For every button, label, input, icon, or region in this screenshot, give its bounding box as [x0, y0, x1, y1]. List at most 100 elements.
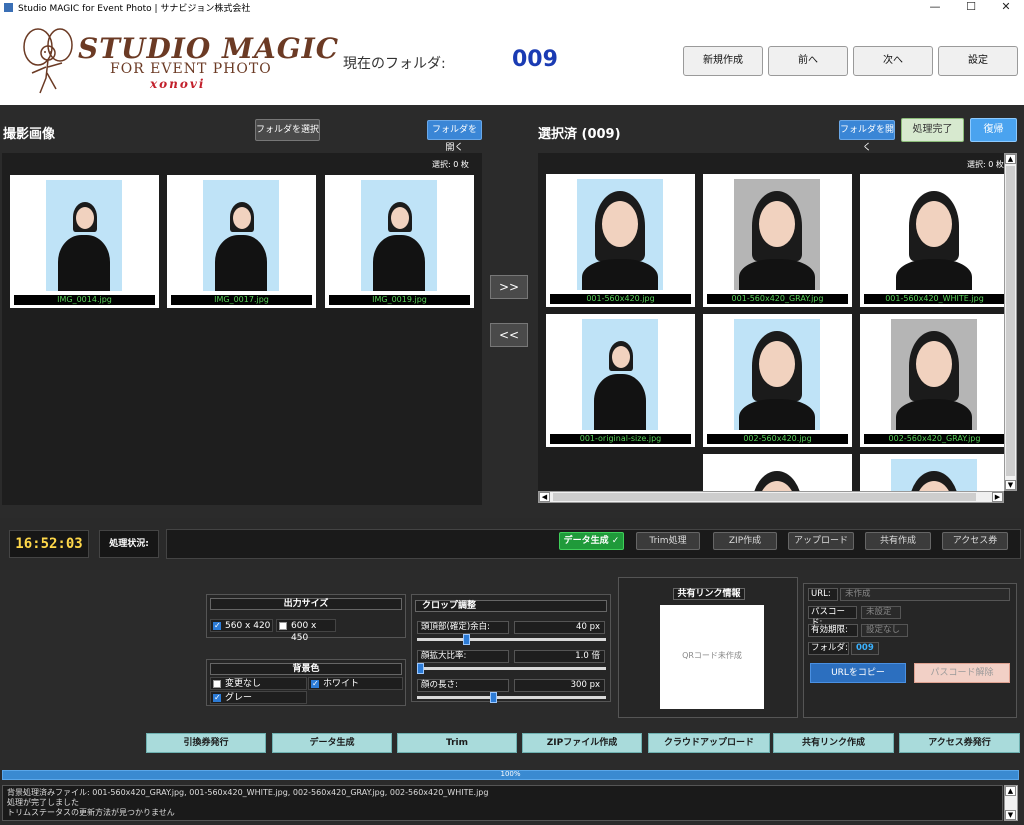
close-button[interactable]: ✕	[988, 0, 1024, 15]
bg-gray-checkbox[interactable]: グレー	[210, 691, 307, 704]
selected-image-card[interactable]: 001-original-size.jpg	[546, 314, 695, 447]
logo-brand: xonovi	[150, 77, 206, 91]
app-icon	[3, 2, 14, 13]
step-trim: Trim処理	[636, 532, 700, 550]
image-filename: IMG_0017.jpg	[171, 295, 312, 305]
image-filename: 001-560x420_WHITE.jpg	[864, 294, 1004, 304]
bg-none-checkbox[interactable]: 変更なし	[210, 677, 307, 690]
current-folder-label: 現在のフォルダ:	[343, 56, 446, 72]
selected-image-card-partial[interactable]	[703, 454, 852, 491]
issue-voucher-button[interactable]: 引換券発行	[146, 733, 266, 753]
selected-image-card[interactable]: 002-560x420.jpg	[703, 314, 852, 447]
crop-slider-thumb[interactable]	[490, 692, 497, 703]
selected-image-card-partial[interactable]	[860, 454, 1004, 491]
scroll-left-icon[interactable]: ◀	[539, 492, 550, 502]
captured-images-title: 撮影画像	[3, 127, 56, 142]
issue-access-ticket-button[interactable]: アクセス券発行	[899, 733, 1020, 753]
copy-url-button[interactable]: URLをコピー	[810, 663, 906, 683]
size-560-checkbox[interactable]: 560 x 420	[210, 619, 273, 632]
captured-image-card[interactable]: IMG_0019.jpg	[325, 175, 474, 308]
hscroll-thumb[interactable]	[553, 493, 976, 501]
expiry-value: 設定なし	[861, 624, 908, 637]
image-filename: 002-560x420_GRAY.jpg	[864, 434, 1004, 444]
url-value: 未作成	[840, 588, 1010, 601]
settings-button[interactable]: 設定	[938, 46, 1018, 76]
image-filename: 001-original-size.jpg	[550, 434, 691, 444]
scroll-thumb[interactable]	[1006, 166, 1015, 476]
scroll-right-icon[interactable]: ▶	[992, 492, 1003, 502]
selected-images-panel: 選択: 0 枚 001-560x420.jpg 001-560x420_GRAY.…	[538, 153, 1004, 491]
photo-thumbnail	[577, 179, 663, 290]
output-size-title: 出力サイズ	[210, 598, 402, 610]
photo-thumbnail	[361, 180, 437, 291]
trim-button[interactable]: Trim	[397, 733, 517, 753]
current-folder-value: 009	[512, 47, 558, 72]
captured-image-card[interactable]: IMG_0017.jpg	[167, 175, 316, 308]
create-share-link-button[interactable]: 共有リンク作成	[773, 733, 894, 753]
share-folder-value: 009	[851, 642, 879, 655]
crop-adjust-title: クロップ調整	[415, 600, 607, 612]
maximize-button[interactable]: ☐	[953, 0, 989, 15]
step-data-generated: データ生成 ✓	[559, 532, 624, 550]
crop-label: 顔拡大比率:	[417, 650, 509, 663]
crop-slider-track[interactable]	[417, 638, 606, 641]
bg-white-checkbox[interactable]: ホワイト	[308, 677, 403, 690]
selected-image-card[interactable]: 001-560x420.jpg	[546, 174, 695, 307]
photo-thumbnail	[734, 179, 820, 290]
captured-image-card[interactable]: IMG_0014.jpg	[10, 175, 159, 308]
photo-thumbnail	[891, 179, 977, 290]
right-selection-count: 選択: 0 枚	[967, 160, 1004, 169]
cloud-upload-button[interactable]: クラウドアップロード	[648, 733, 770, 753]
generate-data-button[interactable]: データ生成	[272, 733, 392, 753]
passcode-label: パスコード:	[808, 606, 857, 628]
new-button[interactable]: 新規作成	[683, 46, 763, 76]
image-filename: IMG_0019.jpg	[329, 295, 470, 305]
crop-adjust-group: クロップ調整 頭頂部(確定)余白: 40 px 顔拡大比率: 1.0 倍顔の長さ: 30…	[411, 594, 611, 703]
crop-slider-thumb[interactable]	[463, 634, 470, 645]
image-filename: 001-560x420_GRAY.jpg	[707, 294, 848, 304]
image-filename: 002-560x420.jpg	[707, 434, 848, 444]
minimize-button[interactable]: —	[917, 0, 953, 15]
crop-slider-thumb[interactable]	[417, 663, 424, 674]
crop-slider-track[interactable]	[417, 667, 606, 670]
add-selected-button[interactable]: >>	[490, 275, 528, 299]
log-scrollbar[interactable]: ▲ ▼	[1004, 785, 1018, 821]
share-info-group: URL: 未作成 パスコード: 未設定 有効期限: 設定なし フォルダ: 009…	[803, 583, 1017, 718]
selected-image-card[interactable]: 002-560x420_GRAY.jpg	[860, 314, 1004, 447]
next-button[interactable]: 次へ	[853, 46, 933, 76]
scroll-up-icon[interactable]: ▲	[1005, 154, 1016, 164]
log-scroll-up-icon[interactable]: ▲	[1005, 786, 1016, 796]
selected-image-card[interactable]: 001-560x420_WHITE.jpg	[860, 174, 1004, 307]
selected-images-title: 選択済 (009)	[538, 127, 621, 142]
status-label: 処理状況:	[99, 530, 159, 558]
logo-subtitle: FOR EVENT PHOTO	[110, 61, 272, 77]
passcode-value: 未設定	[861, 606, 901, 619]
open-folder-button-right[interactable]: フォルダを開く	[839, 120, 895, 153]
prev-button[interactable]: 前へ	[768, 46, 848, 76]
size-600-checkbox[interactable]: 600 x 450	[276, 619, 336, 643]
scroll-down-icon[interactable]: ▼	[1005, 480, 1016, 490]
crop-value: 1.0 倍	[514, 650, 605, 663]
window-title: Studio MAGIC for Event Photo | サナビジョン株式会…	[18, 4, 251, 14]
log-output: 背景処理済みファイル: 001-560x420_GRAY.jpg, 001-56…	[2, 785, 1003, 821]
share-link-title: 共有リンク情報	[673, 588, 745, 600]
create-zip-button[interactable]: ZIPファイル作成	[522, 733, 642, 753]
url-label: URL:	[808, 588, 838, 601]
right-panel-vertical-scrollbar[interactable]: ▲ ▼	[1004, 153, 1017, 491]
restore-button[interactable]: 復帰	[970, 118, 1017, 142]
selected-image-card[interactable]: 001-560x420_GRAY.jpg	[703, 174, 852, 307]
expiry-label: 有効期限:	[808, 624, 858, 637]
log-scroll-down-icon[interactable]: ▼	[1005, 810, 1016, 820]
clock: 16:52:03	[9, 530, 89, 558]
process-done-button[interactable]: 処理完了	[901, 118, 964, 142]
remove-selected-button[interactable]: <<	[490, 323, 528, 347]
log-line: 背景処理済みファイル: 001-560x420_GRAY.jpg, 001-56…	[7, 788, 489, 797]
select-folder-button[interactable]: フォルダを選択	[255, 119, 320, 141]
right-panel-horizontal-scrollbar[interactable]: ◀ ▶	[538, 491, 1004, 503]
crop-slider-track[interactable]	[417, 696, 606, 699]
open-folder-button-left[interactable]: フォルダを開く	[427, 120, 482, 153]
progress-text: 100%	[500, 770, 521, 778]
photo-thumbnail	[734, 319, 820, 430]
remove-passcode-button[interactable]: パスコード解除	[914, 663, 1010, 683]
step-share: 共有作成	[865, 532, 931, 550]
